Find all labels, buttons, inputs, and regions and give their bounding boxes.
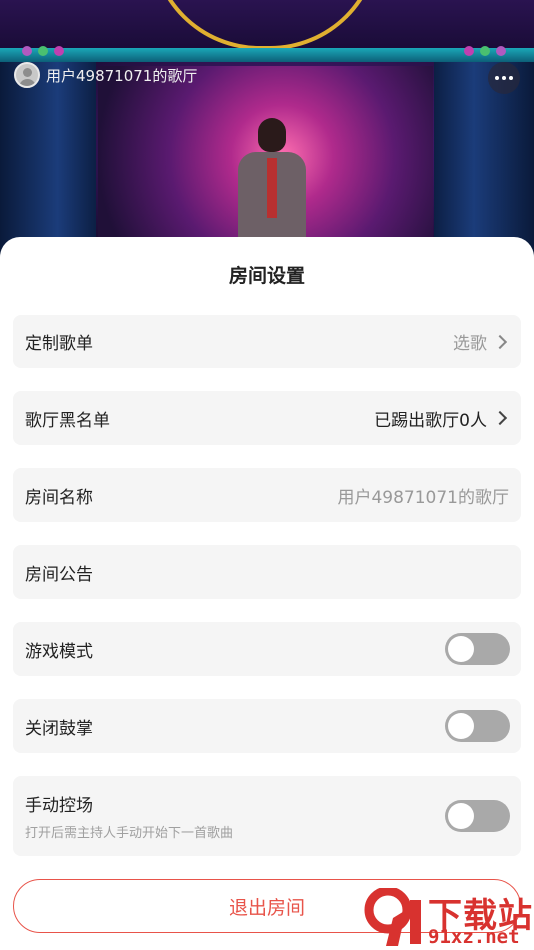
room-title: 用户49871071的歌厅 — [46, 66, 198, 85]
row-label: 游戏模式 — [25, 641, 93, 662]
row-label: 歌厅黑名单 — [25, 410, 110, 431]
room-name-value: 用户49871071的歌厅 — [337, 487, 509, 508]
ktv-stage-background — [0, 0, 534, 260]
stage-pillar-left — [0, 62, 96, 260]
stage-lights-left — [22, 46, 64, 56]
row-label: 定制歌单 — [25, 334, 93, 354]
room-header: 用户49871071的歌厅 — [14, 62, 197, 88]
manual-control-toggle[interactable] — [445, 800, 510, 832]
watermark-url: 91xz.net — [428, 926, 520, 948]
watermark: 下载站 91xz.net — [362, 888, 534, 950]
toggle-knob — [448, 803, 474, 829]
stage-pillar-right — [434, 62, 534, 260]
user-avatar-icon[interactable] — [14, 62, 40, 88]
watermark-logo-icon — [364, 888, 421, 946]
stage-lights-right — [464, 46, 506, 56]
row-label: 关闭鼓掌 — [25, 718, 93, 739]
disable-applause-row: 关闭鼓掌 — [13, 699, 521, 753]
performer-avatar — [232, 118, 312, 252]
manual-control-row: 手动控场 打开后需主持人手动开始下一首歌曲 — [13, 776, 521, 856]
toggle-knob — [448, 713, 474, 739]
custom-playlist-row[interactable]: 定制歌单 选歌 — [13, 315, 521, 368]
more-options-button[interactable] — [488, 62, 520, 94]
row-label: 房间公告 — [25, 564, 93, 585]
room-announcement-row[interactable]: 房间公告 — [13, 545, 521, 599]
chevron-right-icon — [492, 334, 508, 349]
game-mode-row: 游戏模式 — [13, 622, 521, 676]
sheet-title: 房间设置 — [228, 265, 305, 287]
row-value: 已踢出歌厅0人 — [374, 410, 487, 431]
row-label: 房间名称 — [25, 487, 93, 508]
game-mode-toggle[interactable] — [445, 633, 510, 665]
stage-neon-line — [0, 48, 534, 62]
more-dots-icon — [495, 76, 499, 80]
room-name-row[interactable]: 房间名称 用户49871071的歌厅 — [13, 468, 521, 522]
blacklist-row[interactable]: 歌厅黑名单 已踢出歌厅0人 — [13, 391, 521, 445]
row-label: 手动控场 — [25, 796, 93, 816]
toggle-knob — [448, 636, 474, 662]
row-value: 选歌 — [453, 334, 487, 354]
row-sublabel: 打开后需主持人手动开始下一首歌曲 — [25, 826, 234, 841]
exit-room-label: 退出房间 — [228, 896, 305, 919]
chevron-right-icon — [492, 410, 508, 426]
disable-applause-toggle[interactable] — [445, 710, 510, 742]
